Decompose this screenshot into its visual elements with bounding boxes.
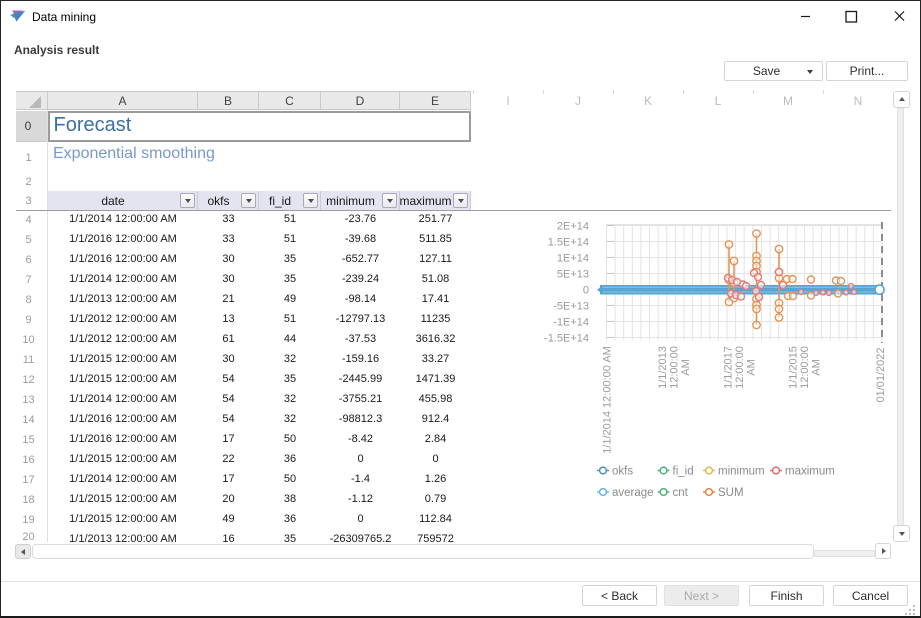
svg-text:SUM: SUM [718, 487, 744, 499]
svg-text:average: average [612, 487, 654, 499]
svg-text:fi_id: fi_id [673, 466, 694, 478]
svg-text:AM: AM [811, 359, 823, 376]
svg-text:1E+14: 1E+14 [557, 253, 589, 265]
svg-text:AM: AM [746, 359, 758, 376]
svg-text:-5E+13: -5E+13 [553, 301, 589, 313]
svg-text:-1.5E+14: -1.5E+14 [544, 333, 589, 345]
svg-text:5E+13: 5E+13 [557, 269, 589, 281]
svg-text:minimum: minimum [718, 466, 765, 478]
svg-text:1/1/2017: 1/1/2017 [723, 346, 735, 389]
svg-text:cnt: cnt [673, 487, 689, 499]
svg-text:maximum: maximum [785, 466, 835, 478]
svg-text:1/1/2015: 1/1/2015 [788, 346, 800, 389]
svg-text:AM: AM [680, 359, 692, 376]
svg-text:2E+14: 2E+14 [557, 221, 589, 233]
svg-text:01/01/2022: 01/01/2022 [875, 347, 887, 402]
svg-text:okfs: okfs [612, 466, 633, 478]
svg-text:-1E+14: -1E+14 [553, 317, 589, 329]
svg-text:1/1/2013: 1/1/2013 [657, 346, 669, 389]
svg-text:12:00:00: 12:00:00 [669, 346, 681, 389]
svg-text:1/1/2014 12:00:00 AM: 1/1/2014 12:00:00 AM [602, 346, 614, 454]
svg-text:0: 0 [583, 285, 589, 297]
svg-text:12:00:00: 12:00:00 [799, 346, 811, 389]
svg-text:1.5E+14: 1.5E+14 [548, 237, 589, 249]
svg-text:12:00:00: 12:00:00 [734, 346, 746, 389]
